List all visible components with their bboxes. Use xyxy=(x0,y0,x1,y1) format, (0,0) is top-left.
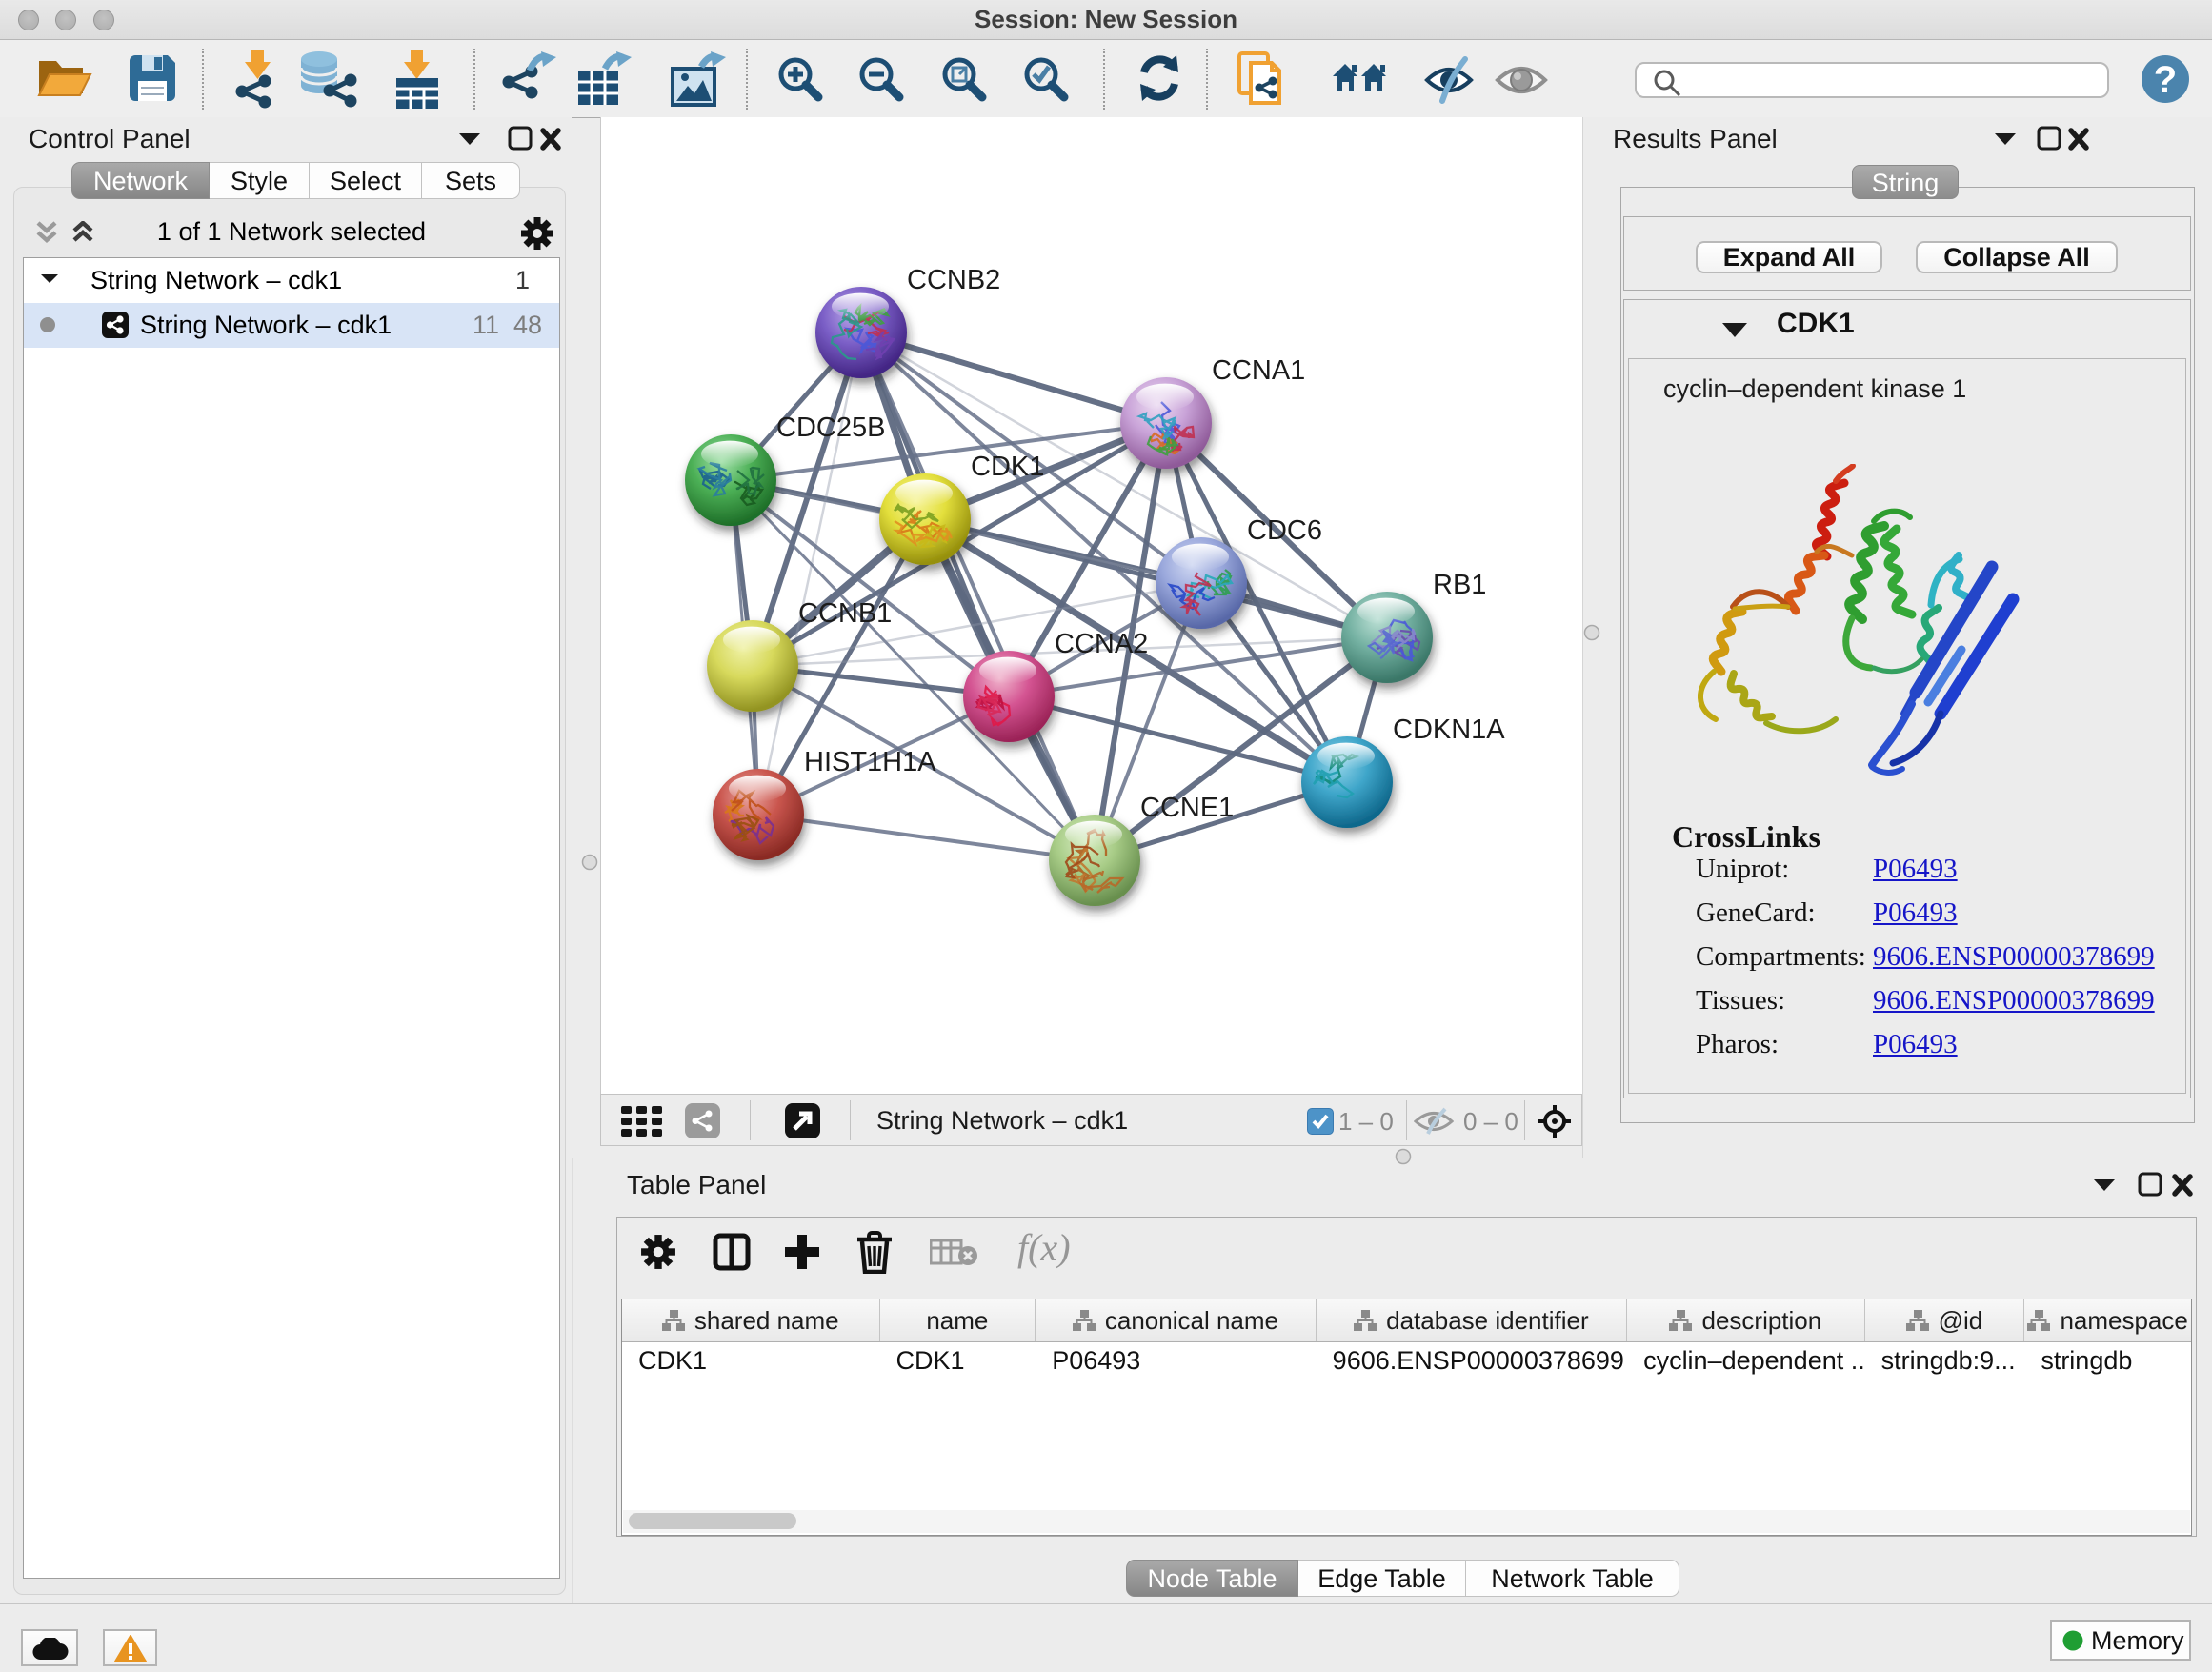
svg-text:CCNB1: CCNB1 xyxy=(798,598,892,629)
svg-text:CCNE1: CCNE1 xyxy=(1140,793,1234,823)
svg-text:CCNB2: CCNB2 xyxy=(907,265,1000,295)
svg-text:?: ? xyxy=(2154,59,2177,101)
svg-text:CCNA1: CCNA1 xyxy=(1212,355,1305,386)
svg-text:CDC25B: CDC25B xyxy=(776,413,885,443)
svg-text:HIST1H1A: HIST1H1A xyxy=(804,747,936,777)
svg-text:CDK1: CDK1 xyxy=(971,452,1044,482)
svg-text:CDKN1A: CDKN1A xyxy=(1393,715,1505,745)
svg-text:CCNA2: CCNA2 xyxy=(1055,629,1148,659)
svg-text:RB1: RB1 xyxy=(1433,570,1486,600)
svg-text:CDC6: CDC6 xyxy=(1247,515,1322,546)
